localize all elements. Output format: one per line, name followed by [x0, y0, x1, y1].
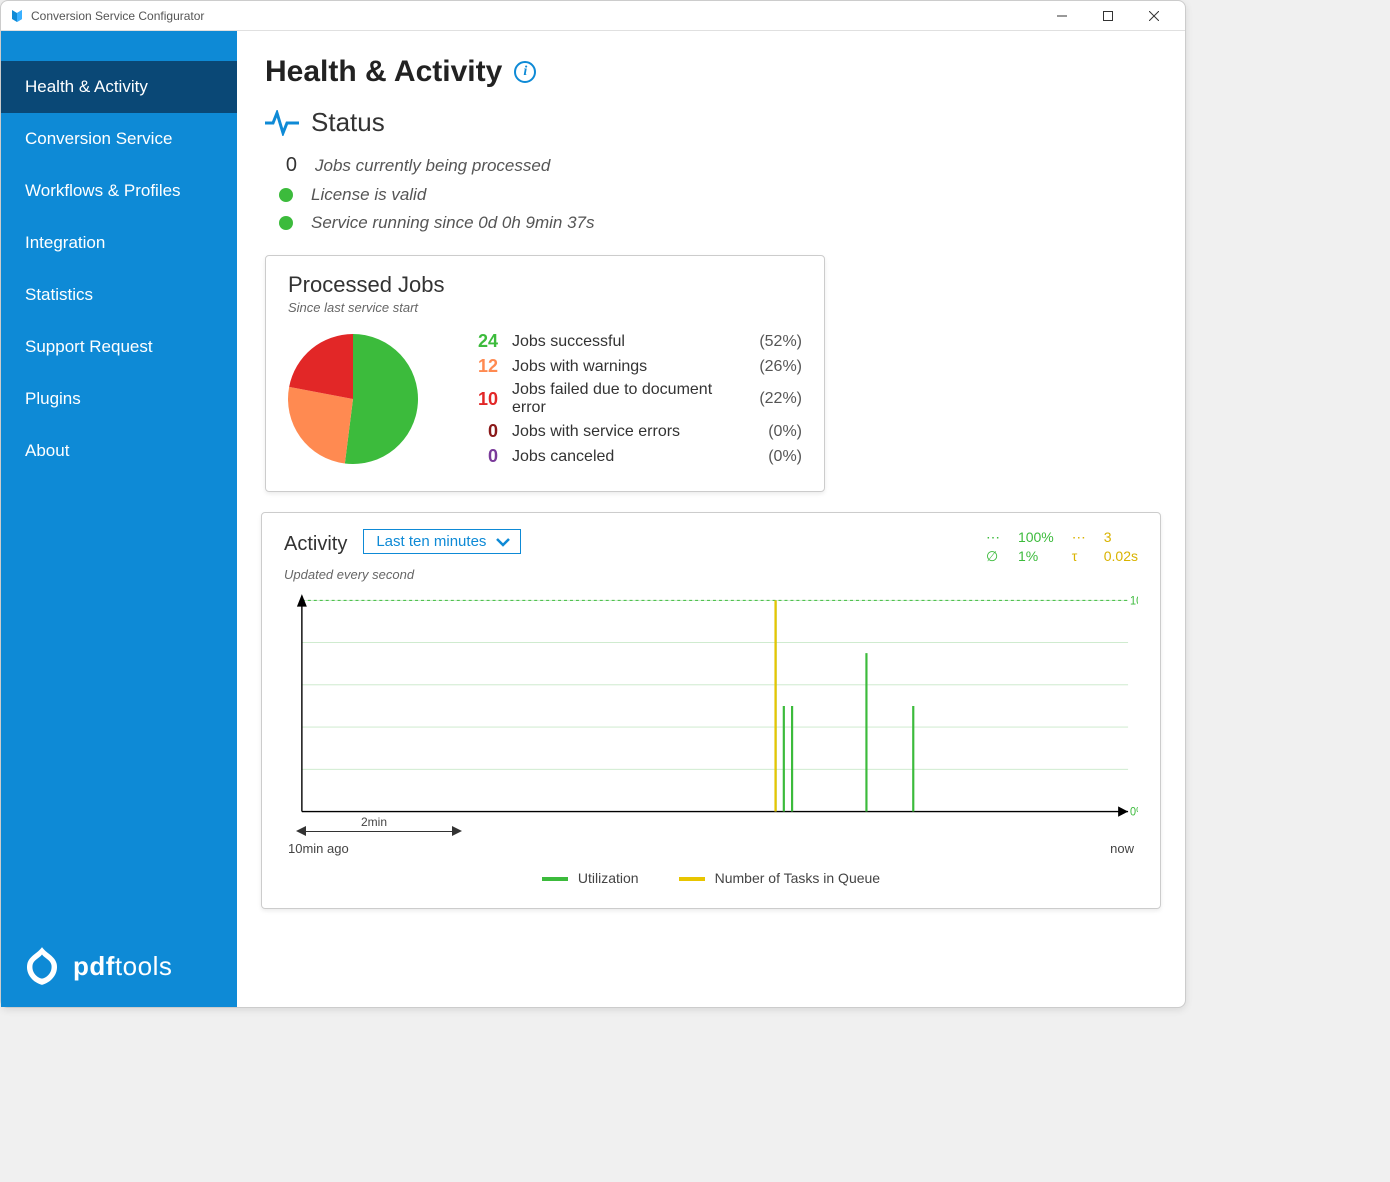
sidebar: Health & ActivityConversion ServiceWorkf…	[1, 31, 237, 1007]
job-stat-row: 0Jobs with service errors(0%)	[468, 419, 802, 444]
activity-chart: 100%0% 2min 10min ago now	[284, 592, 1138, 852]
window-title: Conversion Service Configurator	[31, 9, 204, 23]
time-scale: 2min	[298, 823, 1138, 841]
job-stat-row: 10Jobs failed due to document error(22%)	[468, 379, 802, 419]
sidebar-item-support-request[interactable]: Support Request	[1, 321, 237, 373]
job-stat-row: 12Jobs with warnings(26%)	[468, 354, 802, 379]
sidebar-item-conversion-service[interactable]: Conversion Service	[1, 113, 237, 165]
close-button[interactable]	[1131, 2, 1177, 30]
x-right-label: now	[1110, 841, 1134, 856]
job-stat-row: 24Jobs successful(52%)	[468, 329, 802, 354]
page-title: Health & Activity i	[265, 55, 1157, 89]
logo-text-light: tools	[115, 951, 172, 981]
x-left-label: 10min ago	[288, 841, 349, 856]
sidebar-item-plugins[interactable]: Plugins	[1, 373, 237, 425]
legend-swatch-green-icon	[542, 877, 568, 881]
minimize-button[interactable]	[1039, 2, 1085, 30]
processed-jobs-title: Processed Jobs	[288, 272, 802, 298]
status-dot-green-icon	[279, 216, 293, 230]
activity-title: Activity	[284, 529, 347, 559]
logo-text-bold: pdf	[73, 951, 115, 981]
titlebar: Conversion Service Configurator	[1, 1, 1185, 31]
sidebar-item-integration[interactable]: Integration	[1, 217, 237, 269]
processed-jobs-pie-chart	[288, 334, 418, 464]
status-heading: Status	[265, 107, 1157, 138]
job-stat-row: 0Jobs canceled(0%)	[468, 444, 802, 469]
chevron-down-icon	[496, 537, 510, 547]
activity-stats: ⋯100% ⋯3 ∅1% τ0.02s	[986, 529, 1138, 565]
logo-icon	[21, 945, 63, 987]
status-license: License is valid	[279, 181, 1157, 209]
app-window: Conversion Service Configurator Health &…	[0, 0, 1186, 1008]
sidebar-item-workflows-profiles[interactable]: Workflows & Profiles	[1, 165, 237, 217]
info-icon[interactable]: i	[514, 61, 536, 83]
sidebar-item-statistics[interactable]: Statistics	[1, 269, 237, 321]
pulse-icon	[265, 110, 299, 136]
main-content: Health & Activity i Status 0 Jobs curren…	[237, 31, 1185, 1007]
legend-swatch-yellow-icon	[679, 877, 705, 881]
status-list: 0 Jobs currently being processed License…	[265, 150, 1157, 237]
sidebar-item-about[interactable]: About	[1, 425, 237, 477]
app-icon	[9, 8, 25, 24]
activity-legend: Utilization Number of Tasks in Queue	[284, 870, 1138, 886]
maximize-button[interactable]	[1085, 2, 1131, 30]
svg-text:0%: 0%	[1130, 806, 1138, 818]
processed-jobs-table: 24Jobs successful(52%)12Jobs with warnin…	[468, 329, 802, 469]
activity-subtitle: Updated every second	[284, 567, 1138, 582]
processed-jobs-subtitle: Since last service start	[288, 300, 802, 315]
sidebar-item-health-activity[interactable]: Health & Activity	[1, 61, 237, 113]
status-uptime: Service running since 0d 0h 9min 37s	[279, 209, 1157, 237]
status-dot-green-icon	[279, 188, 293, 202]
brand-logo: pdftools	[21, 945, 172, 987]
activity-range-dropdown[interactable]: Last ten minutes	[363, 529, 521, 554]
activity-card: Activity Last ten minutes ⋯100% ⋯3 ∅1% τ…	[261, 512, 1161, 909]
status-jobs-processing: 0 Jobs currently being processed	[279, 150, 1157, 181]
svg-text:100%: 100%	[1130, 595, 1138, 607]
jobs-processing-count: 0	[279, 154, 297, 177]
processed-jobs-card: Processed Jobs Since last service start …	[265, 255, 825, 492]
